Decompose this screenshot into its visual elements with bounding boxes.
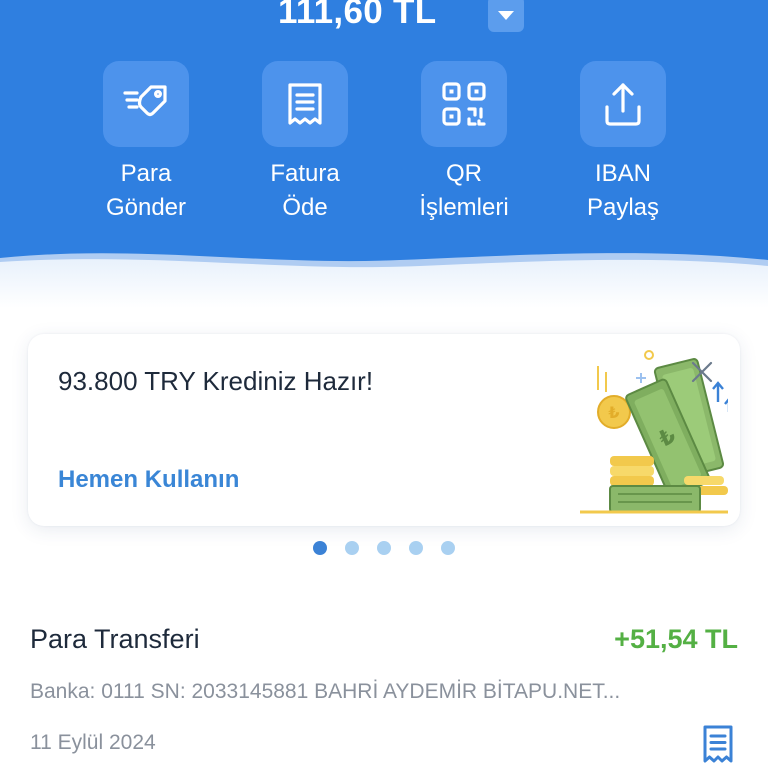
carousel-pagination xyxy=(313,541,455,555)
loan-offer-title: 93.800 TRY Krediniz Hazır! xyxy=(58,366,374,396)
svg-text:₺: ₺ xyxy=(608,403,619,422)
loan-offer-card[interactable]: 93.800 TRY Krediniz Hazır! Hemen Kullanı… xyxy=(28,334,740,526)
pay-bill-label: Fatura Öde xyxy=(270,160,340,221)
share-iban-label: IBAN Paylaş xyxy=(586,160,660,221)
share-iban-tile[interactable] xyxy=(580,61,666,147)
balance-amount: 111,60 TL xyxy=(278,0,437,31)
share-icon xyxy=(605,83,641,126)
header-wave xyxy=(0,253,768,308)
send-money-label: Para Gönder xyxy=(105,160,187,221)
use-now-link[interactable]: Hemen Kullanın xyxy=(58,466,239,494)
qr-operations-tile[interactable] xyxy=(421,61,507,147)
close-icon xyxy=(691,361,713,383)
receipt-icon[interactable] xyxy=(699,724,737,764)
chevron-down-icon xyxy=(498,10,514,20)
qr-operations-button[interactable]: QR İşlemleri xyxy=(394,61,534,225)
carousel-dot[interactable] xyxy=(441,541,455,555)
qr-operations-label: QR İşlemleri xyxy=(419,160,509,221)
carousel-dot[interactable] xyxy=(313,541,327,555)
carousel-dot[interactable] xyxy=(409,541,423,555)
transaction-amount: +51,54 TL xyxy=(614,624,738,654)
balance-toggle-button[interactable] xyxy=(488,0,524,32)
account-header: 111,60 TL Para Gönder Fatura Öde QR İşle… xyxy=(0,0,768,308)
close-promo-button[interactable] xyxy=(688,358,716,386)
transaction-title: Para Transferi xyxy=(30,624,200,654)
pay-bill-tile[interactable] xyxy=(262,61,348,147)
carousel-dot[interactable] xyxy=(345,541,359,555)
qr-code-icon xyxy=(442,82,486,126)
transaction-description: Banka: 0111 SN: 2033145881 BAHRİ AYDEMİR… xyxy=(30,680,621,703)
transaction-date: 11 Eylül 2024 xyxy=(30,731,156,754)
send-money-button[interactable]: Para Gönder xyxy=(76,61,216,225)
send-money-tile[interactable] xyxy=(103,61,189,147)
share-iban-button[interactable]: IBAN Paylaş xyxy=(553,61,693,225)
carousel-dot[interactable] xyxy=(377,541,391,555)
send-money-icon xyxy=(123,85,167,117)
bill-icon xyxy=(288,83,322,125)
pay-bill-button[interactable]: Fatura Öde xyxy=(235,61,375,225)
